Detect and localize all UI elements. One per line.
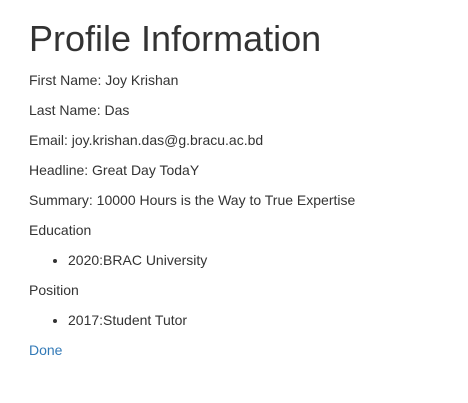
position-item: 2017:Student Tutor	[68, 310, 468, 330]
email: Email: joy.krishan.das@g.bracu.ac.bd	[29, 132, 264, 148]
education-list: 2020:BRAC University	[29, 250, 468, 270]
first-name: First Name: Joy Krishan	[29, 72, 179, 88]
education-item: 2020:BRAC University	[68, 250, 468, 270]
summary: Summary: 10000 Hours is the Way to True …	[29, 192, 356, 208]
done-link[interactable]: Done	[29, 342, 62, 358]
profile-container: Profile Information First Name: Joy Kris…	[0, 0, 468, 360]
done-paragraph: Done	[29, 340, 468, 360]
last-name: Last Name: Das	[29, 102, 130, 118]
position-heading: Position	[29, 282, 79, 298]
page-title: Profile Information	[29, 18, 322, 59]
headline: Headline: Great Day TodaY	[29, 162, 200, 178]
education-heading: Education	[29, 222, 92, 238]
position-list: 2017:Student Tutor	[29, 310, 468, 330]
